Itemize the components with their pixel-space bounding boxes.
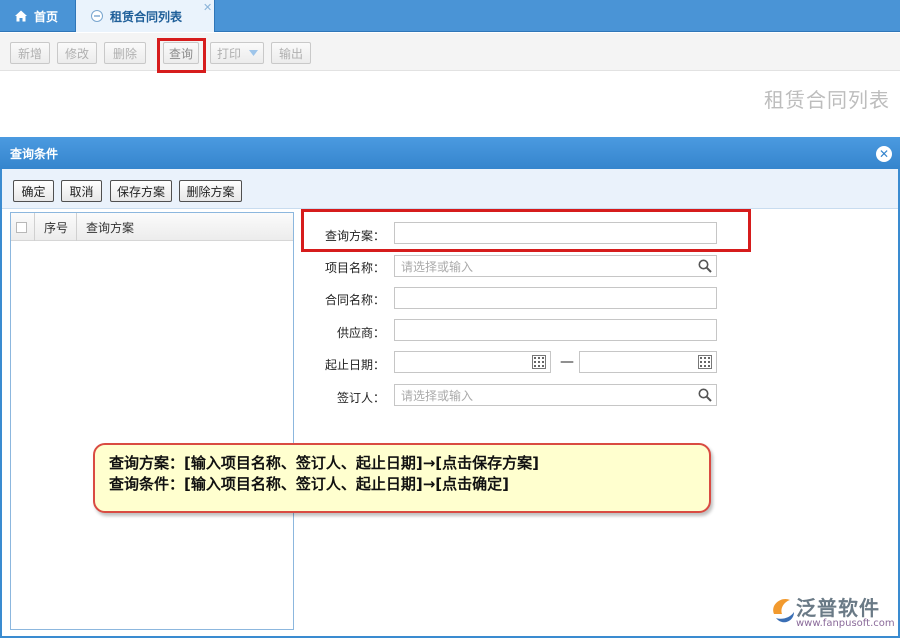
delete-button[interactable]: 删除 <box>104 42 146 64</box>
add-button[interactable]: 新增 <box>10 42 50 64</box>
edit-button[interactable]: 修改 <box>57 42 97 64</box>
date-range-label: 起止日期： <box>324 358 385 372</box>
calendar-icon[interactable] <box>698 355 712 369</box>
search-icon[interactable] <box>698 259 712 273</box>
page-title: 租赁合同列表 <box>764 88 890 112</box>
signer-placeholder: 请选择或输入 <box>401 388 474 403</box>
query-button-highlight <box>157 38 206 73</box>
scheme-highlight <box>301 209 751 252</box>
logo-url: www.fanpusoft.com <box>796 618 895 629</box>
save-scheme-button[interactable]: 保存方案 <box>110 180 172 202</box>
start-date-input[interactable] <box>394 351 551 373</box>
date-separator: — <box>560 354 574 370</box>
tab-home[interactable]: 首页 <box>0 0 74 32</box>
cancel-button[interactable]: 取消 <box>61 180 102 202</box>
dialog-title: 查询条件 <box>0 137 900 169</box>
column-header-scheme[interactable]: 查询方案 <box>86 219 134 236</box>
select-all-checkbox[interactable] <box>16 222 27 233</box>
logo-name: 泛普软件 <box>796 596 880 620</box>
project-input[interactable]: 请选择或输入 <box>394 255 717 277</box>
search-icon[interactable] <box>698 388 712 402</box>
scheme-list-panel <box>10 212 294 630</box>
callout-line-1: 查询方案：[输入项目名称、签订人、起止日期]→[点击保存方案] <box>109 454 539 472</box>
project-label: 项目名称： <box>324 261 385 275</box>
end-date-input[interactable] <box>579 351 717 373</box>
column-divider <box>34 213 35 241</box>
signer-input[interactable]: 请选择或输入 <box>394 384 717 406</box>
tab-close-icon[interactable]: ✕ <box>203 2 213 13</box>
contract-label: 合同名称： <box>324 293 385 307</box>
column-header-seq[interactable]: 序号 <box>44 219 68 236</box>
tab-page-icon <box>91 10 103 22</box>
tab-lease-label: 租赁合同列表 <box>110 9 183 24</box>
column-divider <box>76 213 77 241</box>
instruction-callout: 查询方案：[输入项目名称、签订人、起止日期]→[点击保存方案] 查询条件：[输入… <box>93 443 711 513</box>
contract-input[interactable] <box>394 287 717 309</box>
tab-lease-contract-list[interactable]: 租赁合同列表 <box>75 0 215 32</box>
tab-home-label: 首页 <box>34 9 59 24</box>
signer-label: 签订人： <box>336 391 385 405</box>
export-button[interactable]: 输出 <box>271 42 311 64</box>
project-placeholder: 请选择或输入 <box>401 259 474 274</box>
supplier-input[interactable] <box>394 319 717 341</box>
delete-scheme-button[interactable]: 删除方案 <box>179 180 242 202</box>
print-button[interactable]: 打印 <box>210 42 264 64</box>
callout-line-2: 查询条件：[输入项目名称、签订人、起止日期]→[点击确定] <box>109 475 509 493</box>
home-icon <box>15 10 27 22</box>
confirm-button[interactable]: 确定 <box>13 180 54 202</box>
calendar-icon[interactable] <box>532 355 546 369</box>
supplier-label: 供应商： <box>336 326 385 340</box>
dialog-close-icon[interactable]: ✕ <box>876 146 892 162</box>
print-label: 打印 <box>217 46 242 61</box>
dropdown-arrow-icon <box>249 50 259 56</box>
